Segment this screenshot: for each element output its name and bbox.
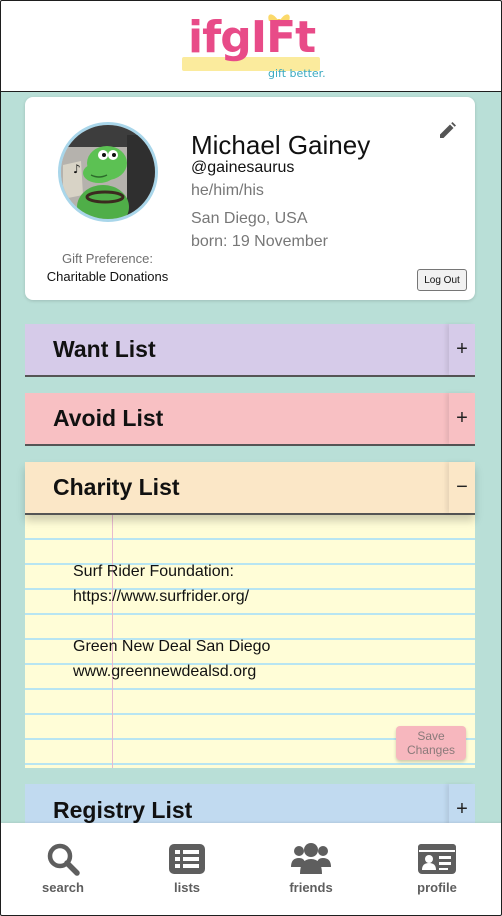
logo-tagline: gift better. [268, 66, 326, 80]
dinosaur-avatar-image: ♪ [61, 125, 155, 219]
nav-profile-label: profile [417, 880, 457, 895]
app-header: ifgIFt gift better. [0, 0, 502, 92]
search-icon [47, 843, 80, 876]
charity-line: Green New Deal San Diego [73, 638, 271, 655]
expand-icon[interactable]: + [449, 393, 475, 444]
registry-list-title: Registry List [53, 797, 193, 823]
charity-list-title: Charity List [53, 474, 180, 500]
gift-preference-value: Charitable Donations [46, 269, 169, 284]
charity-line: Surf Rider Foundation: [73, 563, 234, 580]
avatar: ♪ [58, 122, 158, 222]
charity-list-text[interactable]: Surf Rider Foundation: https://www.surfr… [73, 559, 270, 684]
profile-details-scroller[interactable]: San Diego, USA born: 19 November [191, 207, 391, 265]
nav-search[interactable]: search [23, 841, 103, 895]
profile-location: San Diego, USA [191, 210, 308, 227]
charity-line: www.greennewdealsd.org [73, 663, 257, 680]
charity-line: https://www.surfrider.org/ [73, 588, 250, 605]
bottom-navigation: search lists friends profile [0, 823, 502, 916]
profile-pronouns: he/him/his [191, 182, 264, 199]
svg-text:♪: ♪ [73, 162, 81, 176]
logo-wordmark: ifgIFt [188, 11, 316, 63]
nav-profile[interactable]: profile [397, 841, 477, 895]
want-list-title: Want List [53, 336, 156, 362]
collapse-icon[interactable]: − [449, 462, 475, 513]
charity-line [73, 609, 270, 634]
nav-lists-label: lists [173, 880, 200, 895]
profile-card: ♪ Gift Preference: Charitable Donations … [25, 97, 475, 300]
charity-list-header[interactable]: Charity List − [25, 462, 475, 515]
friends-icon [291, 843, 331, 874]
avoid-list-title: Avoid List [53, 405, 164, 431]
expand-icon[interactable]: + [449, 784, 475, 823]
profile-birthday: born: 19 November [191, 233, 328, 250]
expand-icon[interactable]: + [449, 324, 475, 375]
profile-card-icon [418, 844, 456, 874]
nav-search-label: search [42, 880, 84, 895]
pencil-icon[interactable] [437, 121, 457, 141]
nav-friends-label: friends [289, 880, 333, 895]
profile-name: Michael Gainey [191, 130, 371, 160]
want-list-header[interactable]: Want List + [25, 324, 475, 377]
logout-button[interactable]: Log Out [417, 269, 467, 291]
nav-lists[interactable]: lists [147, 841, 227, 895]
registry-list-header[interactable]: Registry List + [25, 784, 475, 823]
avoid-list-header[interactable]: Avoid List + [25, 393, 475, 446]
save-changes-button[interactable]: Save Changes [396, 726, 466, 760]
charity-list-editor[interactable]: Surf Rider Foundation: https://www.surfr… [25, 515, 475, 768]
main-content[interactable]: ♪ Gift Preference: Charitable Donations … [0, 92, 502, 823]
nav-friends[interactable]: friends [271, 841, 351, 895]
list-icon [169, 844, 205, 874]
app-logo[interactable]: ifgIFt gift better. [180, 11, 326, 81]
profile-handle: @gainesaurus [191, 159, 295, 176]
gift-preference-label: Gift Preference: [61, 251, 154, 266]
